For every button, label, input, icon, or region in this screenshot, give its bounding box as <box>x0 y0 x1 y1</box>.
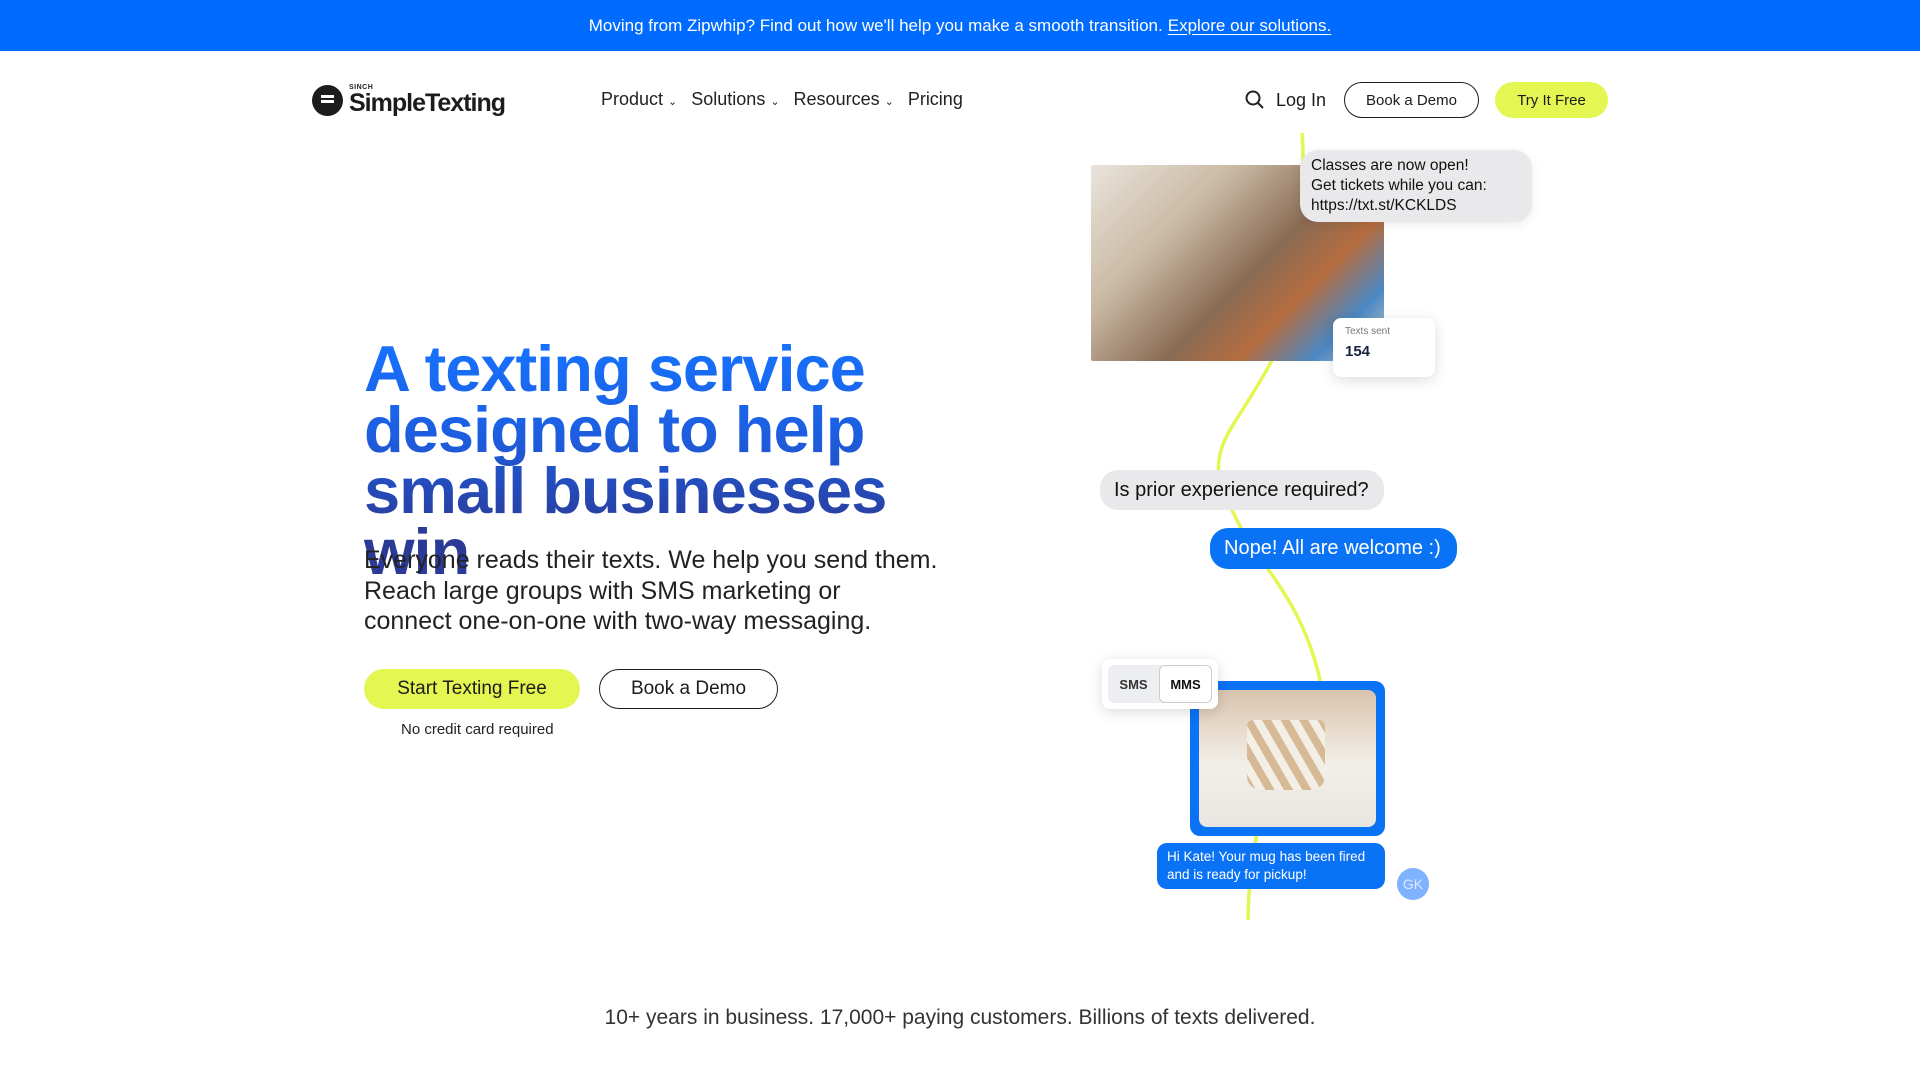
reply-bubble: Nope! All are welcome :) <box>1210 528 1457 569</box>
stats-tagline: 10+ years in business. 17,000+ paying cu… <box>604 1006 1316 1029</box>
message-line: Get tickets while you can: <box>1311 177 1487 194</box>
message-line: Hi Kate! Your mug has been fired <box>1167 849 1366 864</box>
toggle-mms[interactable]: MMS <box>1159 665 1212 703</box>
stat-label: Texts sent <box>1345 326 1391 337</box>
sms-mms-toggle: SMS MMS <box>1102 659 1218 709</box>
toggle-sms[interactable]: SMS <box>1108 665 1159 703</box>
message-line: Classes are now open! <box>1311 157 1469 174</box>
message-line: https://txt.st/KCKLDS <box>1311 197 1457 214</box>
message-bubble-classes: Classes are now open! Get tickets while … <box>1300 150 1532 222</box>
pickup-message-bubble: Hi Kate! Your mug has been fired and is … <box>1157 843 1385 889</box>
question-bubble: Is prior experience required? <box>1100 470 1384 510</box>
stat-value: 154 <box>1345 343 1371 360</box>
avatar: GK <box>1397 868 1429 900</box>
message-line: and is ready for pickup! <box>1167 867 1307 882</box>
connector-line <box>1216 132 1322 921</box>
mms-frame <box>1190 681 1385 836</box>
texts-sent-card: Texts sent 154 <box>1333 318 1435 377</box>
mug-photo <box>1199 690 1376 827</box>
